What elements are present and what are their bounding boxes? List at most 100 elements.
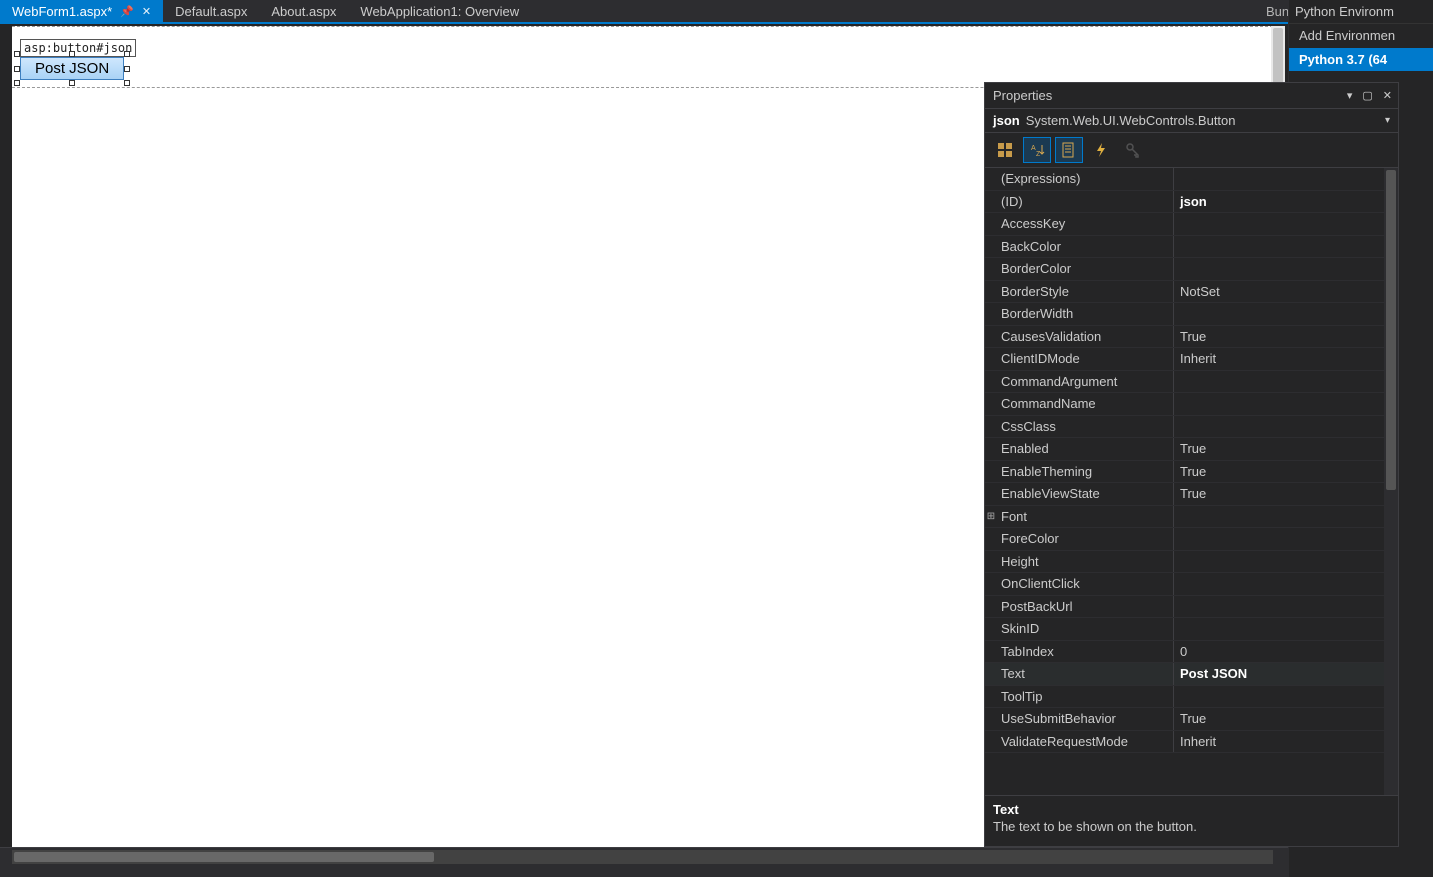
python-env-add[interactable]: Add Environmen <box>1289 24 1433 48</box>
property-value[interactable] <box>1173 573 1384 595</box>
tab-overview[interactable]: WebApplication1: Overview <box>348 0 531 22</box>
pin-icon[interactable]: 📌 <box>120 5 134 18</box>
panel-maximize-icon[interactable]: ▢ <box>1362 89 1372 102</box>
resize-handle-w[interactable] <box>14 66 20 72</box>
panel-dropdown-icon[interactable]: ▾ <box>1347 89 1353 102</box>
property-name: Height <box>997 554 1173 569</box>
property-value[interactable] <box>1173 551 1384 573</box>
property-row[interactable]: EnabledTrue <box>985 438 1384 461</box>
property-value[interactable] <box>1173 393 1384 415</box>
property-row[interactable]: (Expressions) <box>985 168 1384 191</box>
asp-button-preview[interactable]: Post JSON <box>20 57 124 80</box>
designer-layout-region: asp:button#json Post JSON <box>12 26 1273 88</box>
resize-handle-sw[interactable] <box>14 80 20 86</box>
resize-handle-nw[interactable] <box>14 51 20 57</box>
property-value[interactable] <box>1173 528 1384 550</box>
expand-icon[interactable]: ⊞ <box>985 511 997 522</box>
property-value[interactable]: Inherit <box>1173 348 1384 370</box>
property-row[interactable]: OnClientClick <box>985 573 1384 596</box>
panel-close-icon[interactable]: ✕ <box>1383 89 1392 102</box>
property-row[interactable]: CssClass <box>985 416 1384 439</box>
property-row[interactable]: UseSubmitBehaviorTrue <box>985 708 1384 731</box>
property-row[interactable]: CommandArgument <box>985 371 1384 394</box>
tab-active[interactable]: WebForm1.aspx* 📌 ✕ <box>0 0 163 22</box>
property-value[interactable]: Post JSON <box>1173 663 1384 685</box>
property-name: CausesValidation <box>997 329 1173 344</box>
property-value[interactable]: True <box>1173 708 1384 730</box>
property-row[interactable]: Height <box>985 551 1384 574</box>
property-value[interactable] <box>1173 258 1384 280</box>
property-name: BorderColor <box>997 261 1173 276</box>
property-row[interactable]: EnableThemingTrue <box>985 461 1384 484</box>
property-value[interactable] <box>1173 686 1384 708</box>
property-row[interactable]: TextPost JSON <box>985 663 1384 686</box>
properties-vertical-scrollbar[interactable] <box>1384 168 1398 795</box>
property-key-icon[interactable] <box>1119 137 1147 163</box>
property-row[interactable]: BackColor <box>985 236 1384 259</box>
close-icon[interactable]: ✕ <box>142 5 151 18</box>
tab-about[interactable]: About.aspx <box>259 0 348 22</box>
python-env-selected[interactable]: Python 3.7 (64 <box>1289 48 1433 71</box>
property-row[interactable]: CausesValidationTrue <box>985 326 1384 349</box>
property-name: ClientIDMode <box>997 351 1173 366</box>
property-name: AccessKey <box>997 216 1173 231</box>
events-icon[interactable] <box>1087 137 1115 163</box>
designer-selector-tag[interactable]: asp:button#json <box>20 39 136 57</box>
categorized-icon[interactable] <box>991 137 1019 163</box>
property-row[interactable]: TabIndex0 <box>985 641 1384 664</box>
property-value[interactable] <box>1173 213 1384 235</box>
properties-desc-text: The text to be shown on the button. <box>993 819 1390 834</box>
designer-horizontal-scrollbar[interactable] <box>12 850 1273 864</box>
designer-selected-control[interactable]: Post JSON <box>20 57 124 80</box>
property-name: ValidateRequestMode <box>997 734 1173 749</box>
properties-object-selector[interactable]: json System.Web.UI.WebControls.Button ▾ <box>985 109 1398 133</box>
properties-titlebar[interactable]: Properties ▾ ▢ ✕ <box>985 83 1398 109</box>
scrollbar-thumb[interactable] <box>14 852 434 862</box>
property-row[interactable]: ToolTip <box>985 686 1384 709</box>
resize-handle-ne[interactable] <box>124 51 130 57</box>
property-row[interactable]: BorderStyleNotSet <box>985 281 1384 304</box>
property-value[interactable] <box>1173 596 1384 618</box>
property-row[interactable]: ForeColor <box>985 528 1384 551</box>
scrollbar-thumb[interactable] <box>1386 170 1396 490</box>
property-row[interactable]: (ID)json <box>985 191 1384 214</box>
resize-handle-se[interactable] <box>124 80 130 86</box>
properties-page-icon[interactable] <box>1055 137 1083 163</box>
tab-default[interactable]: Default.aspx <box>163 0 259 22</box>
property-row[interactable]: EnableViewStateTrue <box>985 483 1384 506</box>
chevron-down-icon[interactable]: ▾ <box>1385 115 1390 126</box>
property-value[interactable]: 0 <box>1173 641 1384 663</box>
property-row[interactable]: CommandName <box>985 393 1384 416</box>
property-name: EnableViewState <box>997 486 1173 501</box>
property-value[interactable] <box>1173 303 1384 325</box>
property-row[interactable]: SkinID <box>985 618 1384 641</box>
property-value[interactable]: True <box>1173 483 1384 505</box>
property-row[interactable]: ClientIDModeInherit <box>985 348 1384 371</box>
property-value[interactable]: NotSet <box>1173 281 1384 303</box>
property-value[interactable] <box>1173 506 1384 528</box>
property-value[interactable]: True <box>1173 326 1384 348</box>
property-value[interactable] <box>1173 168 1384 190</box>
property-value[interactable] <box>1173 371 1384 393</box>
property-name: BorderStyle <box>997 284 1173 299</box>
resize-handle-n[interactable] <box>69 51 75 57</box>
property-row[interactable]: PostBackUrl <box>985 596 1384 619</box>
property-name: OnClientClick <box>997 576 1173 591</box>
property-name: ToolTip <box>997 689 1173 704</box>
property-value[interactable]: True <box>1173 438 1384 460</box>
resize-handle-s[interactable] <box>69 80 75 86</box>
property-value[interactable]: json <box>1173 191 1384 213</box>
property-name: BackColor <box>997 239 1173 254</box>
alphabetical-icon[interactable]: AZ <box>1023 137 1051 163</box>
property-row[interactable]: BorderColor <box>985 258 1384 281</box>
resize-handle-e[interactable] <box>124 66 130 72</box>
property-value[interactable] <box>1173 236 1384 258</box>
property-value[interactable] <box>1173 416 1384 438</box>
property-row[interactable]: BorderWidth <box>985 303 1384 326</box>
property-row[interactable]: AccessKey <box>985 213 1384 236</box>
property-value[interactable]: Inherit <box>1173 731 1384 753</box>
property-value[interactable] <box>1173 618 1384 640</box>
property-row[interactable]: ⊞Font <box>985 506 1384 529</box>
property-row[interactable]: ValidateRequestModeInherit <box>985 731 1384 754</box>
property-value[interactable]: True <box>1173 461 1384 483</box>
